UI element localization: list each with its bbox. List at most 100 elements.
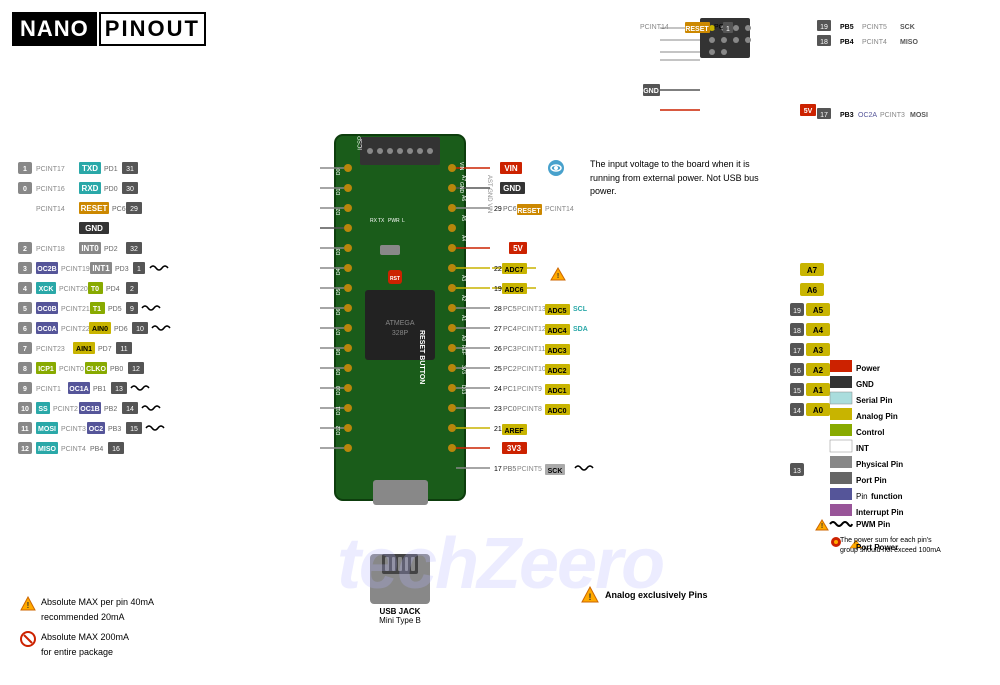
svg-text:A6: A6 bbox=[807, 286, 818, 295]
svg-text:32: 32 bbox=[130, 246, 138, 253]
svg-text:Serial Pin: Serial Pin bbox=[856, 396, 893, 405]
svg-text:A4: A4 bbox=[460, 235, 466, 241]
svg-text:22: 22 bbox=[494, 266, 502, 273]
svg-text:PCINT14: PCINT14 bbox=[545, 206, 574, 213]
svg-text:2: 2 bbox=[23, 246, 27, 253]
svg-text:D9: D9 bbox=[336, 368, 342, 375]
svg-text:14: 14 bbox=[126, 406, 134, 413]
svg-text:PCINT2: PCINT2 bbox=[53, 406, 78, 413]
svg-text:4: 4 bbox=[23, 286, 27, 293]
logo-nano: NANO bbox=[12, 12, 97, 46]
svg-text:D5: D5 bbox=[336, 288, 342, 295]
svg-text:!: ! bbox=[821, 523, 823, 530]
svg-text:PCINT22: PCINT22 bbox=[61, 326, 90, 333]
svg-text:OC0B: OC0B bbox=[37, 306, 56, 313]
svg-text:SCK: SCK bbox=[548, 468, 563, 475]
svg-text:17: 17 bbox=[494, 466, 502, 473]
svg-text:30: 30 bbox=[126, 186, 134, 193]
svg-text:RX: RX bbox=[370, 218, 378, 224]
svg-text:29: 29 bbox=[130, 206, 138, 213]
svg-text:7: 7 bbox=[23, 346, 27, 353]
svg-text:MISO: MISO bbox=[38, 446, 56, 453]
svg-text:PCINT20: PCINT20 bbox=[59, 286, 88, 293]
svg-text:PCINT3: PCINT3 bbox=[880, 112, 905, 119]
svg-text:INT0: INT0 bbox=[81, 244, 99, 253]
svg-text:PCINT0: PCINT0 bbox=[59, 366, 84, 373]
svg-text:function: function bbox=[871, 492, 903, 501]
svg-text:AST GND VIN: AST GND VIN bbox=[486, 175, 492, 213]
svg-text:12: 12 bbox=[132, 366, 140, 373]
svg-text:ICP1: ICP1 bbox=[38, 366, 54, 373]
svg-text:3V3: 3V3 bbox=[507, 444, 522, 453]
svg-text:PD4: PD4 bbox=[106, 286, 120, 293]
svg-text:D11: D11 bbox=[336, 406, 342, 415]
svg-text:RXD: RXD bbox=[82, 184, 99, 193]
svg-text:Pin: Pin bbox=[856, 492, 868, 501]
svg-text:13: 13 bbox=[115, 386, 123, 393]
svg-text:19: 19 bbox=[820, 24, 828, 31]
svg-text:PB4: PB4 bbox=[90, 446, 103, 453]
svg-text:PCINT5: PCINT5 bbox=[862, 24, 887, 31]
svg-text:0: 0 bbox=[23, 186, 27, 193]
svg-text:16: 16 bbox=[793, 368, 801, 375]
svg-text:21: 21 bbox=[494, 426, 502, 433]
svg-text:PC1: PC1 bbox=[503, 386, 517, 393]
svg-text:5V: 5V bbox=[513, 244, 523, 253]
svg-text:28: 28 bbox=[494, 306, 502, 313]
svg-text:GND: GND bbox=[85, 224, 103, 233]
svg-text:MOSI: MOSI bbox=[910, 112, 928, 119]
svg-text:ADC7: ADC7 bbox=[504, 267, 523, 274]
svg-text:VIN: VIN bbox=[458, 162, 464, 171]
svg-text:SCL: SCL bbox=[573, 306, 588, 313]
svg-text:29: 29 bbox=[494, 206, 502, 213]
svg-text:PCINT10: PCINT10 bbox=[517, 366, 546, 373]
svg-text:RESET: RESET bbox=[685, 26, 709, 33]
svg-text:Physical Pin: Physical Pin bbox=[856, 460, 903, 469]
svg-text:PCINT4: PCINT4 bbox=[862, 39, 887, 46]
svg-text:SCK: SCK bbox=[900, 24, 915, 31]
svg-text:19: 19 bbox=[494, 286, 502, 293]
svg-text:PC2: PC2 bbox=[503, 366, 517, 373]
svg-text:PWM Pin: PWM Pin bbox=[856, 520, 890, 529]
svg-text:AIN0: AIN0 bbox=[92, 326, 108, 333]
svg-text:PC3: PC3 bbox=[503, 346, 517, 353]
svg-text:!: ! bbox=[557, 273, 559, 280]
svg-text:PCINT8: PCINT8 bbox=[517, 406, 542, 413]
svg-text:OC2B: OC2B bbox=[37, 266, 56, 273]
svg-text:328P: 328P bbox=[392, 330, 409, 337]
logo: NANO PINOUT bbox=[12, 12, 206, 46]
svg-text:PD7: PD7 bbox=[98, 346, 112, 353]
svg-text:AREF: AREF bbox=[504, 428, 524, 435]
svg-text:9: 9 bbox=[130, 306, 134, 313]
svg-text:A1: A1 bbox=[813, 386, 824, 395]
svg-text:PCINT12: PCINT12 bbox=[517, 326, 546, 333]
svg-text:AIN1: AIN1 bbox=[76, 346, 92, 353]
svg-text:A2: A2 bbox=[813, 366, 824, 375]
svg-text:PD2: PD2 bbox=[104, 246, 118, 253]
svg-text:PCINT5: PCINT5 bbox=[517, 466, 542, 473]
svg-text:D6: D6 bbox=[336, 308, 342, 315]
svg-text:PCINT9: PCINT9 bbox=[517, 386, 542, 393]
svg-text:PD0: PD0 bbox=[104, 186, 118, 193]
svg-text:A7: A7 bbox=[807, 266, 818, 275]
svg-text:PB1: PB1 bbox=[93, 386, 106, 393]
svg-text:PCINT17: PCINT17 bbox=[36, 166, 65, 173]
warning-text-2: Absolute MAX 200mAfor entire package bbox=[41, 630, 129, 659]
svg-text:PB5: PB5 bbox=[503, 466, 516, 473]
svg-text:18: 18 bbox=[793, 328, 801, 335]
svg-text:A3: A3 bbox=[813, 346, 824, 355]
svg-text:ADC4: ADC4 bbox=[547, 328, 566, 335]
svg-text:11: 11 bbox=[21, 426, 29, 433]
svg-text:T0: T0 bbox=[91, 286, 99, 293]
svg-text:A0: A0 bbox=[813, 406, 824, 415]
svg-text:A5: A5 bbox=[813, 306, 824, 315]
svg-text:PD6: PD6 bbox=[114, 326, 128, 333]
svg-text:PCINT14: PCINT14 bbox=[36, 206, 65, 213]
svg-text:!: ! bbox=[589, 592, 592, 602]
svg-text:D8: D8 bbox=[336, 348, 342, 355]
svg-text:3: 3 bbox=[23, 266, 27, 273]
svg-text:PC6: PC6 bbox=[112, 206, 126, 213]
svg-text:A7: A7 bbox=[460, 175, 466, 181]
svg-text:ADC6: ADC6 bbox=[504, 287, 523, 294]
vin-info: The input voltage to the board when it i… bbox=[590, 158, 780, 199]
